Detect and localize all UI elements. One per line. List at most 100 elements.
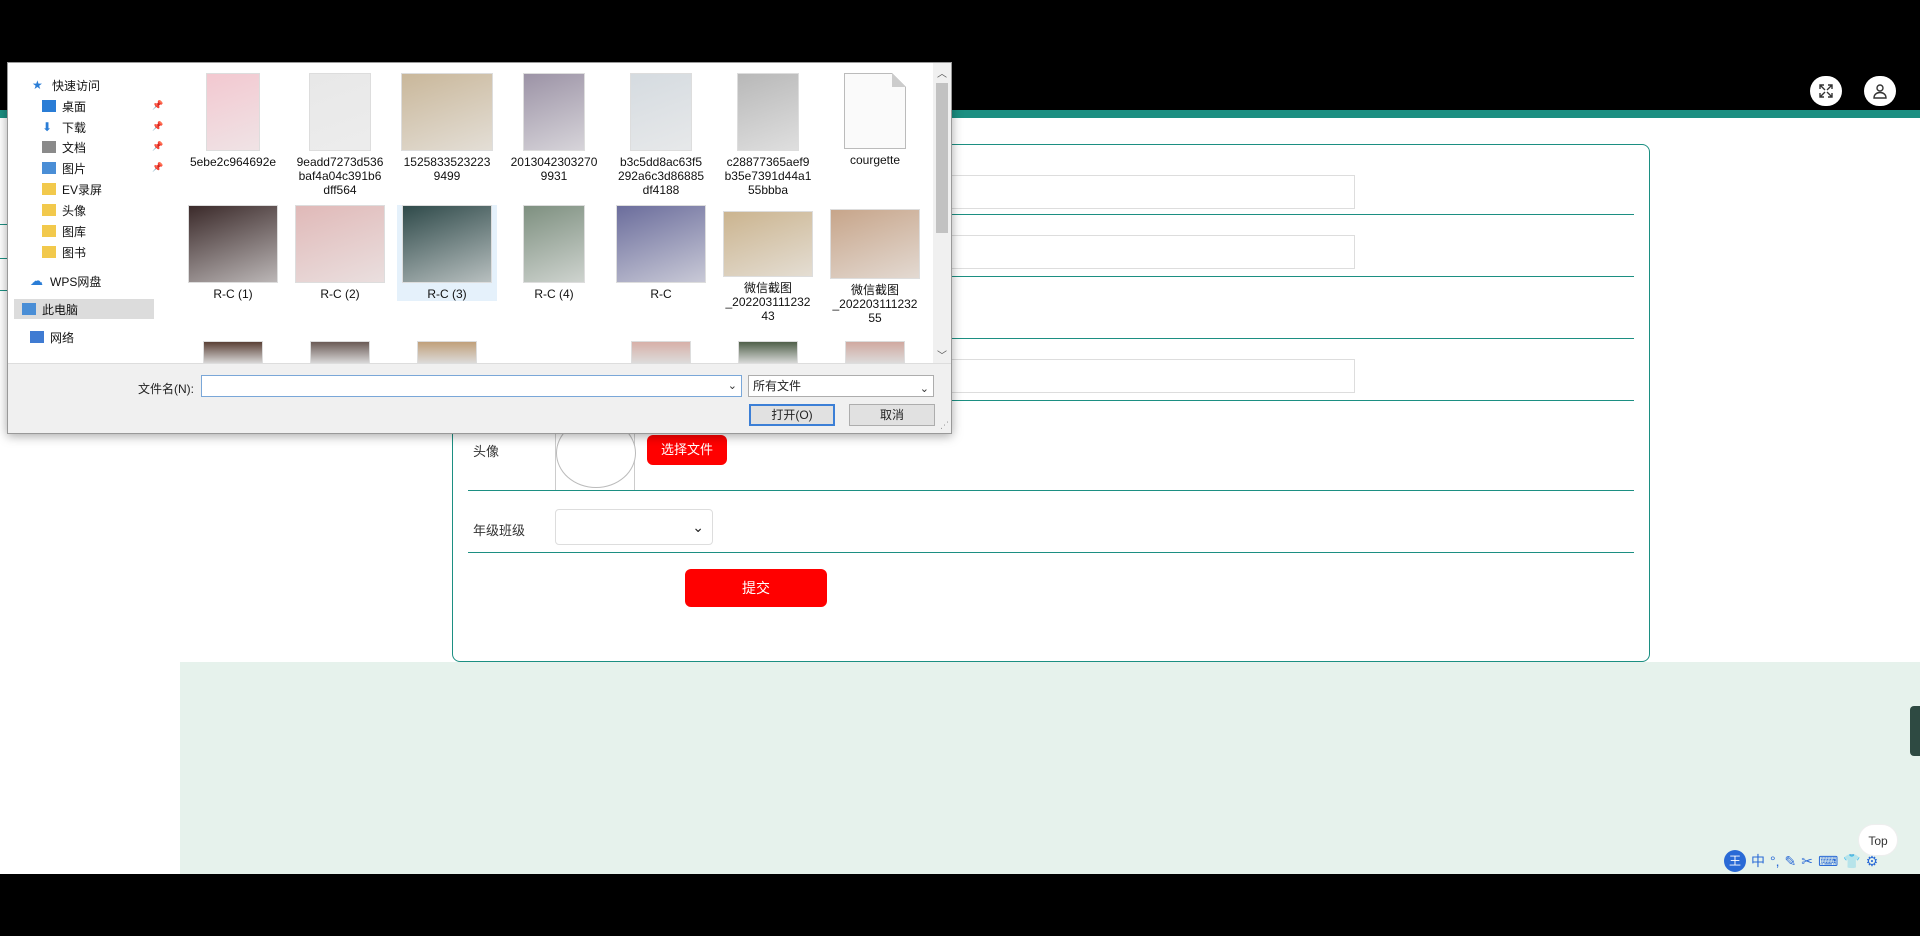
- scroll-down-icon[interactable]: ﹀: [937, 347, 947, 362]
- resize-grip-icon[interactable]: ⋰: [940, 420, 949, 431]
- file-name-line: 微信截图: [850, 283, 899, 297]
- image-thumbnail: [830, 209, 920, 279]
- image-thumbnail: [188, 205, 278, 283]
- file-name-line: df4188: [642, 183, 680, 197]
- nav-item[interactable]: 图片: [42, 158, 86, 178]
- open-button[interactable]: 打开(O): [749, 404, 835, 426]
- ime-tool-icon[interactable]: ✎: [1785, 853, 1797, 870]
- file-item[interactable]: c28877365aef9 b35e7391d44a1 55bbba: [718, 73, 818, 197]
- ime-tool-icon[interactable]: 中: [1751, 851, 1765, 871]
- file-name-line: R-C (3): [427, 287, 467, 301]
- file-item[interactable]: R-C: [611, 205, 711, 301]
- file-item[interactable]: courgette: [825, 73, 925, 167]
- image-thumbnail[interactable]: [738, 341, 798, 363]
- image-thumbnail: [737, 73, 799, 151]
- file-item[interactable]: 2013042303270 9931: [504, 73, 604, 183]
- file-item[interactable]: R-C (4): [504, 205, 604, 301]
- ime-tool-icon[interactable]: °,: [1770, 853, 1780, 869]
- nav-item[interactable]: 网络: [30, 327, 74, 347]
- file-name-line: 1525833523223: [403, 155, 491, 169]
- desktop-icon: [42, 100, 56, 112]
- ime-tool-icon[interactable]: ⌨: [1818, 853, 1838, 870]
- image-thumbnail[interactable]: [310, 341, 370, 363]
- file-type-select[interactable]: 所有文件 ⌄: [748, 375, 934, 397]
- nav-item-label: 下载: [62, 120, 87, 135]
- ime-tool-icon[interactable]: 👕: [1843, 853, 1860, 870]
- star-icon: ★: [32, 78, 43, 92]
- user-button[interactable]: [1864, 76, 1896, 106]
- file-name-line: b35e7391d44a1: [724, 169, 812, 183]
- file-name-line: dff564: [323, 183, 357, 197]
- nav-item[interactable]: EV录屏: [42, 179, 102, 199]
- image-thumbnail[interactable]: [203, 341, 263, 363]
- file-name-line: R-C (4): [534, 287, 574, 301]
- image-thumbnail[interactable]: [417, 341, 477, 363]
- expand-icon: [1819, 84, 1833, 98]
- file-name-line: 5ebe2c964692e: [189, 155, 277, 169]
- file-item[interactable]: R-C (3): [397, 205, 497, 301]
- scroll-up-icon[interactable]: ︿: [937, 65, 947, 80]
- folder-icon: [42, 204, 56, 216]
- nav-item[interactable]: 图库: [42, 221, 86, 241]
- nav-item[interactable]: 文档: [42, 137, 86, 157]
- file-name-line: 9eadd7273d536: [296, 155, 384, 169]
- image-thumbnail[interactable]: [845, 341, 905, 363]
- image-thumbnail: [401, 73, 493, 151]
- nav-item[interactable]: 图书: [42, 242, 86, 262]
- file-item[interactable]: 微信截图 _202203111232 43: [718, 205, 818, 323]
- form-row: [468, 491, 1634, 553]
- folder-icon: [42, 246, 56, 258]
- dialog-bottom-bar: 文件名(N): ⌄ 所有文件 ⌄ 打开(O) 取消 ⋰: [8, 363, 951, 433]
- navigation-pane: ★ 快速访问 桌面 📌 ⬇ 下载 📌 文档 📌 图片 📌 EV录屏 头像 图库 图书 ☁ WPS网盘 此电脑 网络: [8, 63, 166, 363]
- nav-item[interactable]: ☁ WPS网盘: [30, 271, 101, 291]
- cancel-button[interactable]: 取消: [849, 404, 935, 426]
- file-name-line: 43: [761, 309, 775, 323]
- file-item[interactable]: 5ebe2c964692e: [183, 73, 283, 169]
- nav-item[interactable]: 头像: [42, 200, 86, 220]
- file-item[interactable]: R-C (2): [290, 205, 390, 301]
- ime-logo-icon[interactable]: 王: [1724, 850, 1746, 872]
- file-name-line: 2013042303270: [510, 155, 598, 169]
- image-thumbnail: [206, 73, 260, 151]
- image-thumbnail: [723, 211, 813, 277]
- scrollbar-thumb[interactable]: [936, 83, 948, 233]
- nav-item[interactable]: ★ 快速访问: [32, 75, 100, 95]
- file-item[interactable]: b3c5dd8ac63f5 292a6c3d86885 df4188: [611, 73, 711, 197]
- user-icon: [1873, 84, 1887, 99]
- nav-item-label: 此电脑: [42, 302, 79, 317]
- nav-item-label: 图书: [62, 245, 87, 260]
- pin-icon: 📌: [152, 121, 164, 131]
- nav-item-label: EV录屏: [62, 182, 103, 197]
- ime-tool-icon[interactable]: ⚙: [1866, 853, 1879, 870]
- fullscreen-button[interactable]: [1810, 76, 1842, 106]
- file-item[interactable]: R-C (1): [183, 205, 283, 301]
- filename-input[interactable]: ⌄: [201, 375, 742, 397]
- nav-item-label: 桌面: [62, 99, 87, 114]
- file-item[interactable]: 微信截图 _202203111232 55: [825, 205, 925, 325]
- file-name-line: _202203111232: [832, 297, 918, 311]
- side-tab[interactable]: [1910, 706, 1920, 756]
- nav-item-label: 网络: [50, 330, 75, 345]
- file-name-line: 292a6c3d86885: [617, 169, 705, 183]
- document-icon: [844, 73, 906, 149]
- file-name-line: 9499: [433, 169, 461, 183]
- file-name-line: 9931: [540, 169, 568, 183]
- vertical-scrollbar[interactable]: ︿ ﹀: [933, 63, 951, 363]
- folder-icon: [42, 183, 56, 195]
- file-name-line: R-C (1): [213, 287, 253, 301]
- download-icon: ⬇: [42, 120, 53, 134]
- nav-item[interactable]: 桌面: [42, 96, 86, 116]
- nav-item[interactable]: 此电脑: [14, 299, 154, 319]
- file-item[interactable]: 1525833523223 9499: [397, 73, 497, 183]
- image-thumbnail: [295, 205, 385, 283]
- content-background: [180, 662, 1920, 874]
- file-name-line: R-C: [650, 287, 672, 301]
- file-item[interactable]: 9eadd7273d536 baf4a04c391b6 dff564: [290, 73, 390, 197]
- submit-button[interactable]: 提交: [685, 569, 827, 607]
- nav-item-label: WPS网盘: [50, 274, 102, 289]
- image-thumbnail[interactable]: [631, 341, 691, 363]
- nav-item[interactable]: ⬇ 下载: [42, 117, 86, 137]
- ime-tool-icon[interactable]: ✂: [1801, 853, 1813, 870]
- chevron-down-icon[interactable]: ⌄: [728, 379, 737, 392]
- file-name-line: c28877365aef9: [726, 155, 810, 169]
